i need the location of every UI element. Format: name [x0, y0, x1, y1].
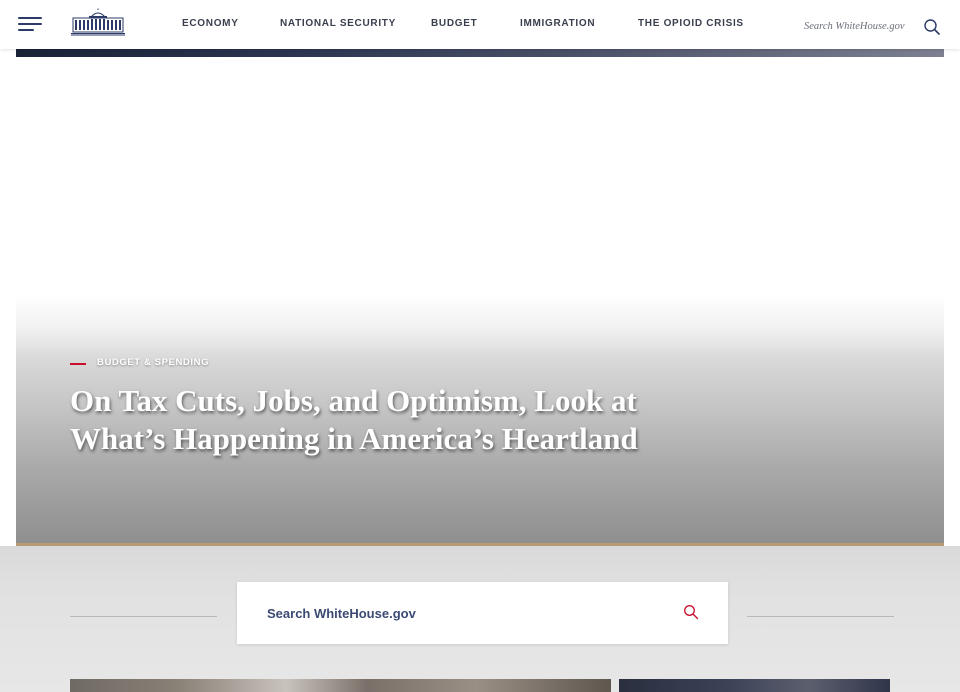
hero-image-strip: [16, 49, 944, 57]
search-icon[interactable]: [683, 604, 699, 620]
white-house-logo-icon[interactable]: [69, 8, 127, 36]
search-rule-left: [70, 616, 217, 617]
hamburger-menu-icon[interactable]: [18, 16, 42, 34]
nav-economy[interactable]: ECONOMY: [182, 18, 239, 29]
nav-opioid-crisis[interactable]: THE OPIOID CRISIS: [638, 18, 744, 29]
header-search: [804, 18, 944, 36]
site-search-box: [237, 582, 728, 644]
hero-divider: [16, 543, 944, 546]
category-label[interactable]: BUDGET & SPENDING: [97, 357, 209, 368]
category-accent-dash: [70, 363, 86, 365]
site-header: ECONOMY NATIONAL SECURITY BUDGET IMMIGRA…: [0, 0, 960, 49]
hero-headline[interactable]: On Tax Cuts, Jobs, and Optimism, Look at…: [70, 382, 690, 458]
search-rule-right: [747, 616, 894, 617]
nav-budget[interactable]: BUDGET: [431, 18, 477, 29]
search-icon[interactable]: [923, 18, 941, 36]
header-search-input[interactable]: [804, 18, 916, 34]
nav-immigration[interactable]: IMMIGRATION: [520, 18, 595, 29]
featured-article-image[interactable]: [70, 679, 611, 692]
hero-feature[interactable]: [16, 49, 944, 546]
nav-national-security[interactable]: NATIONAL SECURITY: [280, 18, 396, 29]
secondary-article-image[interactable]: [619, 679, 890, 692]
site-search-input[interactable]: [267, 602, 667, 624]
